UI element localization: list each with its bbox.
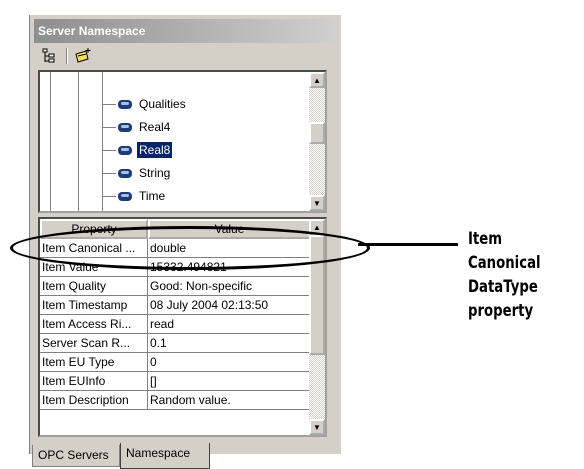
- value-cell: Good: Non-specific: [148, 277, 311, 296]
- toolbar-separator: [66, 48, 68, 64]
- scroll-thumb[interactable]: [309, 122, 325, 144]
- column-header-value[interactable]: Value: [148, 219, 311, 239]
- tag-icon: [118, 122, 132, 132]
- tree-item-string[interactable]: String: [102, 163, 172, 183]
- toolbar: [34, 45, 334, 67]
- add-group-icon[interactable]: [74, 47, 92, 65]
- property-table: Property Value Item Canonical ... double…: [38, 217, 327, 437]
- tree-item-label: String: [139, 166, 171, 180]
- table-row[interactable]: Item Value 15332.494821: [40, 258, 311, 277]
- tree-item-real4[interactable]: Real4: [102, 117, 172, 137]
- property-cell: Item Description: [40, 391, 148, 410]
- tab-opc-servers[interactable]: OPC Servers: [32, 445, 120, 467]
- annotation-line-3: property: [468, 301, 534, 321]
- table-row[interactable]: Item Description Random value.: [40, 391, 311, 410]
- value-cell: read: [148, 315, 311, 334]
- table-row[interactable]: Server Scan R... 0.1: [40, 334, 311, 353]
- property-cell: Item Canonical ...: [40, 239, 148, 258]
- annotation-line-2: DataType: [468, 277, 538, 297]
- annotation-callout: Item Canonical DataType property: [358, 226, 580, 321]
- value-cell: []: [148, 372, 311, 391]
- table-row[interactable]: Item Quality Good: Non-specific: [40, 277, 311, 296]
- server-namespace-panel: Server Namespace Qualities Real4 Real8 S…: [29, 15, 341, 469]
- tree-line: [50, 72, 51, 211]
- property-cell: Item Access Ri...: [40, 315, 148, 334]
- property-cell: Item EU Type: [40, 353, 148, 372]
- tree-item-qualities[interactable]: Qualities: [102, 94, 188, 114]
- tree-item-label: Time: [139, 189, 166, 203]
- scroll-up-icon[interactable]: ▲: [309, 219, 325, 235]
- tree-view-icon[interactable]: [40, 47, 58, 65]
- column-header-property[interactable]: Property: [40, 219, 148, 239]
- panel-title: Server Namespace: [34, 19, 334, 43]
- table-scrollbar[interactable]: ▲ ▼: [309, 219, 325, 435]
- value-cell: 0: [148, 353, 311, 372]
- property-cell: Item Quality: [40, 277, 148, 296]
- tag-icon: [118, 99, 132, 109]
- property-cell: Item Timestamp: [40, 296, 148, 315]
- annotation-line-1: Item Canonical: [468, 229, 541, 273]
- tab-bar: OPC Servers Namespace: [30, 443, 342, 469]
- table-row[interactable]: Item Canonical ... double: [40, 239, 311, 258]
- tree-item-label: Real8: [137, 142, 173, 158]
- tree-line: [78, 72, 79, 211]
- table-row[interactable]: Item Access Ri... read: [40, 315, 311, 334]
- table-row[interactable]: Item EU Type 0: [40, 353, 311, 372]
- value-cell: 15332.494821: [148, 258, 311, 277]
- annotation-text: Item Canonical DataType property: [468, 227, 555, 323]
- scroll-thumb[interactable]: [309, 235, 325, 355]
- value-cell: 0.1: [148, 334, 311, 353]
- scroll-up-icon[interactable]: ▲: [309, 72, 325, 88]
- tree-item-label: Real4: [139, 120, 171, 134]
- table-header: Property Value: [40, 219, 311, 239]
- value-cell: Random value.: [148, 391, 311, 410]
- tab-namespace[interactable]: Namespace: [120, 443, 210, 469]
- tree-item-real8[interactable]: Real8: [102, 140, 173, 160]
- property-cell: Item EUInfo: [40, 372, 148, 391]
- tag-icon: [118, 168, 132, 178]
- tree-scrollbar[interactable]: ▲ ▼: [309, 72, 325, 211]
- value-cell: double: [148, 239, 311, 258]
- scroll-down-icon[interactable]: ▼: [309, 419, 325, 435]
- value-cell: 08 July 2004 02:13:50: [148, 296, 311, 315]
- property-cell: Server Scan R...: [40, 334, 148, 353]
- tree-item-label: Qualities: [139, 97, 186, 111]
- tree-item-time[interactable]: Time: [102, 186, 167, 206]
- table-row[interactable]: Item Timestamp 08 July 2004 02:13:50: [40, 296, 311, 315]
- property-cell: Item Value: [40, 258, 148, 277]
- namespace-tree[interactable]: Qualities Real4 Real8 String Time ▲ ▼: [38, 70, 327, 213]
- table-row[interactable]: Item EUInfo []: [40, 372, 311, 391]
- scroll-down-icon[interactable]: ▼: [309, 195, 325, 211]
- tag-icon: [118, 191, 132, 201]
- callout-line: [358, 243, 458, 246]
- tag-icon: [118, 145, 132, 155]
